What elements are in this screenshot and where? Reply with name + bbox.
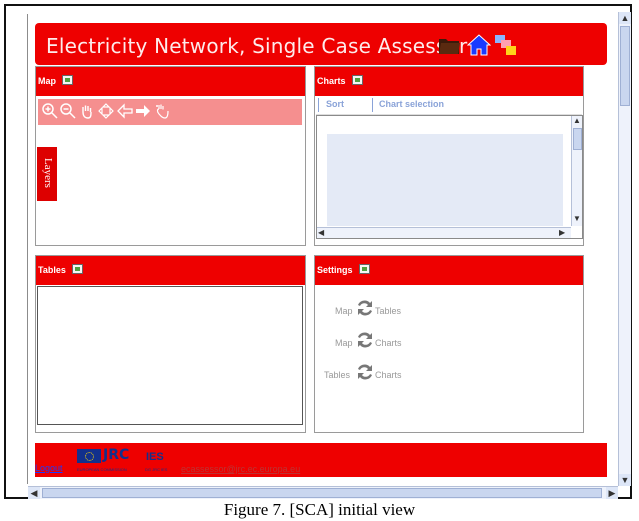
scroll-right-icon[interactable]: ▶ (559, 228, 565, 237)
zoom-in-icon[interactable] (42, 103, 58, 119)
figure-caption: Figure 7. [SCA] initial view (223, 500, 416, 519)
scroll-left-icon[interactable]: ◀ (28, 487, 40, 499)
charts-tabs: Sort Chart selection (316, 96, 582, 115)
home-icon[interactable] (467, 33, 491, 57)
browser-viewport: Electricity Network, Single Case Assesso… (6, 6, 631, 499)
tab-chart-selection[interactable]: Chart selection (379, 99, 444, 109)
app-footer: Logout JRC EUROPEAN COMMISSION IES DG JR… (35, 443, 607, 477)
tables-panel: Tables (35, 255, 306, 433)
scroll-down-icon[interactable]: ▼ (573, 214, 581, 223)
tab-separator (318, 98, 319, 112)
windows-icon[interactable] (494, 33, 518, 57)
chart-canvas (327, 134, 563, 226)
swap-arrows-icon[interactable] (355, 360, 375, 384)
link-tables-charts[interactable]: Tables (324, 370, 350, 380)
link-map-tables[interactable]: Map (335, 306, 353, 316)
swap-arrows-icon[interactable] (355, 328, 375, 352)
previous-extent-icon[interactable] (117, 103, 133, 119)
charts-panel-title: Charts (317, 76, 346, 86)
zoom-out-icon[interactable] (60, 103, 76, 119)
scroll-up-icon[interactable]: ▲ (573, 116, 581, 125)
chart-area: ▲ ▼ ◀ ▶ (316, 115, 583, 239)
page-left-divider (27, 14, 28, 484)
scroll-left-icon[interactable]: ◀ (318, 228, 324, 237)
page-vertical-scrollbar[interactable]: ▲ ▼ (618, 12, 631, 486)
settings-panel: Settings Map Tables Map Charts Tables Ch… (314, 255, 584, 433)
chart-scroll-thumb[interactable] (573, 128, 582, 150)
logout-link[interactable]: Logout (35, 463, 63, 473)
tab-sort[interactable]: Sort (326, 99, 344, 109)
tab-separator (372, 98, 373, 112)
charts-panel: Charts Sort Chart selection ▲ ▼ ◀ ▶ (314, 66, 584, 246)
layers-tab[interactable]: Layers (37, 147, 57, 201)
map-panel-header: Map (36, 67, 305, 96)
charts-maximize-icon[interactable] (352, 75, 363, 85)
settings-panel-title: Settings (317, 265, 353, 275)
page-horizontal-scrollbar[interactable]: ◀ ▶ (28, 486, 618, 499)
map-panel-title: Map (38, 76, 56, 86)
contact-email-link[interactable]: ecassessor@jrc.ec.europa.eu (181, 464, 300, 474)
charts-panel-header: Charts (315, 67, 583, 96)
settings-panel-header: Settings (315, 256, 583, 285)
scroll-up-icon[interactable]: ▲ (619, 12, 631, 24)
next-extent-icon[interactable] (135, 103, 151, 119)
scroll-right-icon[interactable]: ▶ (606, 487, 618, 499)
chart-vertical-scrollbar[interactable]: ▲ ▼ (571, 116, 582, 226)
folder-icon[interactable] (437, 33, 461, 57)
swap-arrows-icon[interactable] (355, 296, 375, 320)
map-panel: Map Layers (35, 66, 306, 246)
scroll-down-icon[interactable]: ▼ (619, 474, 631, 486)
link-left-label: Map (335, 306, 353, 316)
jrc-logo-subtitle: EUROPEAN COMMISSION (77, 467, 127, 472)
table-area (37, 286, 303, 425)
link-left-label: Map (335, 338, 353, 348)
tables-maximize-icon[interactable] (72, 264, 83, 274)
eu-flag-logo (77, 449, 101, 463)
map-toolbar (38, 99, 302, 125)
link-tables-charts-right[interactable]: Charts (375, 370, 402, 380)
jrc-logo-text: JRC (103, 447, 130, 463)
link-map-charts-right[interactable]: Charts (375, 338, 402, 348)
app-header: Electricity Network, Single Case Assesso… (35, 23, 607, 65)
page-hscroll-thumb[interactable] (42, 488, 602, 498)
tables-panel-header: Tables (36, 256, 305, 285)
link-map-tables-right[interactable]: Tables (375, 306, 401, 316)
page-scroll-thumb[interactable] (620, 26, 630, 106)
link-left-label: Tables (324, 370, 351, 380)
link-map-charts[interactable]: Map (335, 338, 353, 348)
map-maximize-icon[interactable] (62, 75, 73, 85)
ies-logo-subtitle: DG JRC IES (145, 467, 168, 472)
chart-horizontal-scrollbar[interactable]: ◀ ▶ (317, 227, 571, 238)
layers-tab-label: Layers (42, 158, 54, 188)
settings-maximize-icon[interactable] (359, 264, 370, 274)
identify-pointer-icon[interactable] (154, 103, 170, 119)
tables-panel-title: Tables (38, 265, 66, 275)
full-extent-icon[interactable] (98, 103, 114, 119)
ies-logo: IES (146, 451, 164, 463)
app-title: Electricity Network, Single Case Assesso… (46, 34, 468, 58)
pan-hand-icon[interactable] (79, 103, 95, 119)
